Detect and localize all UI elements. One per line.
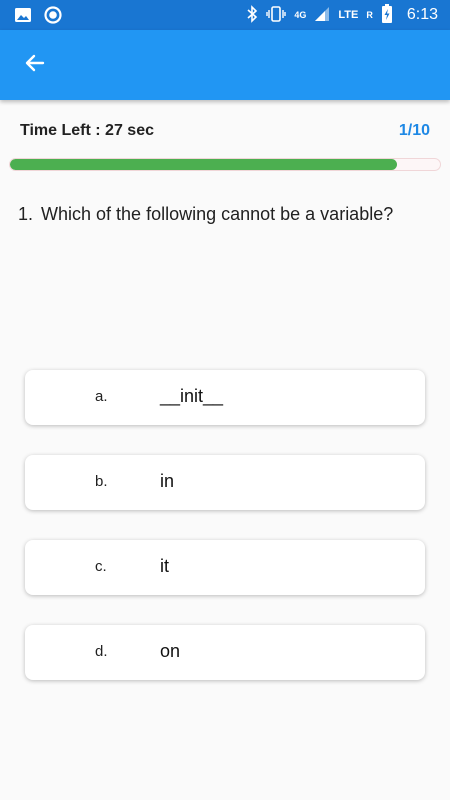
network-type: 4G [294,10,307,20]
option-letter: c. [95,558,107,575]
option-letter: d. [95,643,108,660]
option-text: it [160,556,169,576]
question-counter: 1/10 [398,122,430,139]
signal-icon [314,6,330,25]
vibrate-icon [266,5,287,26]
question-body: Which of the following cannot be a varia… [41,204,394,224]
option-text: in [160,471,175,491]
bluetooth-icon [246,4,258,26]
circle-icon [44,6,62,29]
option-text: on [160,641,181,661]
option-a[interactable]: a. __init__ [25,370,425,425]
status-time: 6:13 [406,6,438,23]
timer-row: Time Left : 27 sec 1/10 [20,118,430,144]
time-left-label: Time Left : 27 sec [20,122,154,139]
question-number: 1. [18,204,34,224]
carrier-label: LTE [338,9,359,21]
option-c[interactable]: c. it [25,540,425,595]
back-button[interactable] [18,50,52,80]
option-d[interactable]: d. on [25,625,425,680]
option-text: __init__ [160,386,224,406]
app-bar [0,30,450,100]
roaming-indicator: R [366,10,373,20]
battery-icon [381,3,393,27]
image-icon [14,6,32,29]
arrow-left-icon [23,51,47,80]
option-b[interactable]: b. in [25,455,425,510]
progress-bar-fill [10,159,397,170]
status-bar: 4G LTE R 6:13 [0,0,450,30]
progress-bar [9,158,441,171]
question-text: 1. Which of the following cannot be a var… [18,202,418,227]
option-letter: b. [95,473,108,490]
option-letter: a. [95,388,108,405]
